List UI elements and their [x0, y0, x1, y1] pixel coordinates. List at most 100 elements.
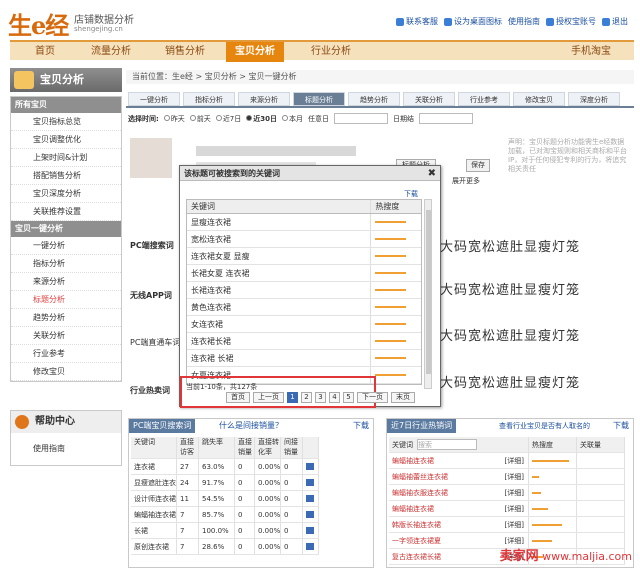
page-button[interactable]: 1 [287, 392, 298, 403]
sidebar-item[interactable]: 关联分析 [11, 327, 121, 345]
indirect-sales-help-link[interactable]: 什么是间接销量？ [219, 419, 283, 433]
radio-day-before[interactable]: 前天 [189, 114, 211, 124]
radio-month[interactable]: 本月 [282, 114, 303, 124]
detail-link[interactable]: [详细] [505, 501, 524, 516]
logout-icon [602, 17, 610, 26]
nav-industry[interactable]: 行业分析 [302, 42, 360, 62]
detail-link[interactable]: [详细] [505, 469, 524, 484]
sidebar-item-title-analysis[interactable]: 标题分析 [11, 291, 121, 309]
sidebar-item[interactable]: 来源分析 [11, 273, 121, 291]
desktop-icon [444, 17, 452, 26]
sub-tabs: 一键分析 指标分析 来源分析 标题分析 趋势分析 关联分析 行业参考 修改宝贝 … [126, 92, 634, 108]
heat-bar [375, 289, 406, 291]
first-page-button[interactable]: 首页 [226, 392, 250, 403]
sidebar-item[interactable]: 上架时间&计划 [11, 149, 121, 167]
heat-bar [532, 460, 570, 462]
chart-icon[interactable] [306, 527, 314, 534]
heat-bar [375, 306, 406, 308]
date-end-input[interactable] [419, 113, 474, 124]
sidebar-item[interactable]: 宝贝深度分析 [11, 185, 121, 203]
expand-link[interactable]: 展开更多 [452, 176, 480, 186]
keyword-row: 黄色连衣裙 [187, 299, 421, 316]
detail-link[interactable]: [详细] [505, 453, 524, 468]
sidebar-item[interactable]: 行业参考 [11, 345, 121, 363]
save-button[interactable]: 保存 [466, 159, 490, 172]
detail-link[interactable]: [详细] [505, 517, 524, 532]
sidebar-item[interactable]: 一键分析 [11, 237, 121, 255]
tab-one-click[interactable]: 一键分析 [128, 92, 180, 106]
tab-trend[interactable]: 趋势分析 [348, 92, 400, 106]
tab-deep[interactable]: 深度分析 [568, 92, 620, 106]
heat-bar [375, 374, 406, 376]
tab-title[interactable]: 标题分析 [293, 92, 345, 106]
nav-traffic[interactable]: 流量分析 [82, 42, 140, 62]
help-guide-link[interactable]: 使用指南 [11, 433, 121, 454]
table-row: 设计师连衣裙 11 54.5% 0 0.00% 0 [131, 491, 319, 507]
pc-search-table: 关键词 直接访客 跳失率 直接销量 直接转化率 间接销量 连衣裙 27 63.0% 0 0.00% 0… [131, 437, 319, 555]
table-row: 蝙蝠袖蕾丝连衣裙 [详细] [389, 469, 625, 485]
sidebar-item[interactable]: 趋势分析 [11, 309, 121, 327]
row-text-hot: 大码宽松遮肚显瘦灯笼 [440, 376, 581, 391]
download-link[interactable]: 下载 [613, 419, 629, 433]
row-text-pc: 大码宽松遮肚显瘦灯笼 [440, 240, 581, 255]
nav-product[interactable]: 宝贝分析 [226, 42, 284, 62]
heat-bar [532, 524, 562, 526]
tab-industry[interactable]: 行业参考 [458, 92, 510, 106]
last-page-button[interactable]: 末页 [391, 392, 415, 403]
table-row: 蝙蝠袖连衣裙 [详细] [389, 453, 625, 469]
chart-icon[interactable] [306, 463, 314, 470]
keyword-row: 女连衣裙 [187, 316, 421, 333]
page-button[interactable]: 4 [329, 392, 340, 403]
chart-icon[interactable] [306, 543, 314, 550]
tab-metric[interactable]: 指标分析 [183, 92, 235, 106]
download-link[interactable]: 下载 [404, 189, 418, 199]
sidebar-item[interactable]: 修改宝贝 [11, 363, 121, 381]
desktop-link[interactable]: 设为桌面图标 [444, 16, 502, 27]
nav-home[interactable]: 首页 [16, 42, 74, 62]
heat-bar [375, 340, 406, 342]
page-button[interactable]: 2 [301, 392, 312, 403]
detail-link[interactable]: [详细] [505, 485, 524, 500]
sidebar-item[interactable]: 搭配销售分析 [11, 167, 121, 185]
date-start-input[interactable] [334, 113, 389, 124]
tab-source[interactable]: 来源分析 [238, 92, 290, 106]
table-row: 韩版长袖连衣裙 [详细] [389, 517, 625, 533]
scrollbar[interactable] [424, 199, 432, 389]
radio-yesterday[interactable]: 昨天 [163, 114, 185, 124]
main-nav: 首页 流量分析 销售分析 宝贝分析 行业分析 手机淘宝 [10, 40, 634, 62]
nav-sales[interactable]: 销售分析 [156, 42, 214, 62]
page-button[interactable]: 3 [315, 392, 326, 403]
heat-bar [375, 255, 406, 257]
chart-icon[interactable] [306, 511, 314, 518]
nav-mobile-taobao[interactable]: 手机淘宝 [562, 42, 620, 62]
sidebar-item[interactable]: 指标分析 [11, 255, 121, 273]
keyword-search-input[interactable]: 搜索 [417, 439, 477, 450]
tab-modify[interactable]: 修改宝贝 [513, 92, 565, 106]
logout-link[interactable]: 退出 [602, 16, 628, 27]
time-filter: 选择时间: 昨天 前天 近7日 近30日 本月 任意日 日期结 [128, 113, 474, 124]
tab-related[interactable]: 关联分析 [403, 92, 455, 106]
download-link[interactable]: 下载 [353, 419, 369, 433]
product-title-blurred [196, 146, 356, 156]
section-tag: 近7日行业热销词 [387, 419, 457, 433]
chart-icon[interactable] [306, 495, 314, 502]
row-label-hot: 行业热卖词 [130, 386, 170, 395]
check-naming-link[interactable]: 查看行业宝贝是否有人取名的 [499, 419, 590, 433]
auth-link[interactable]: 授权宝账号 [546, 16, 596, 27]
chart-icon[interactable] [306, 479, 314, 486]
next-page-button[interactable]: 下一页 [357, 392, 388, 403]
pager-summary: 当前1-10条，共127条 [186, 383, 258, 391]
sidebar-item[interactable]: 关联推荐设置 [11, 203, 121, 221]
prev-page-button[interactable]: 上一页 [253, 392, 284, 403]
guide-link[interactable]: 使用指南 [508, 16, 540, 27]
heat-bar [532, 476, 539, 478]
sidebar-item[interactable]: 宝贝调整优化 [11, 131, 121, 149]
sidebar-item[interactable]: 宝贝指标总览 [11, 113, 121, 131]
contact-link[interactable]: 联系客服 [396, 16, 438, 27]
close-icon[interactable]: ✖ [428, 166, 436, 181]
top-links: 联系客服 设为桌面图标 使用指南 授权宝账号 退出 [396, 16, 628, 27]
page-button[interactable]: 5 [343, 392, 354, 403]
radio-7days[interactable]: 近7日 [215, 114, 241, 124]
heat-bar [375, 272, 406, 274]
radio-30days[interactable]: 近30日 [246, 114, 277, 124]
